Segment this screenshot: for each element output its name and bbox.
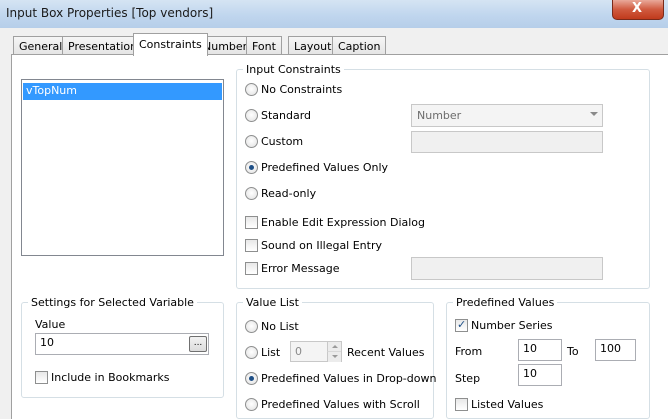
error-message-field[interactable] (411, 257, 603, 280)
radio-predefined-dropdown[interactable] (245, 372, 258, 385)
stepper-value: 0 (295, 345, 302, 358)
from-value: 10 (523, 342, 537, 355)
spin-up-icon[interactable] (327, 342, 341, 352)
radio-predefined-only[interactable] (245, 161, 258, 174)
checkbox-label: Enable Edit Expression Dialog (261, 216, 426, 229)
to-label: To (567, 345, 579, 358)
checkmark-icon: ✓ (457, 318, 467, 331)
checkbox-error-message[interactable] (245, 262, 258, 275)
checkbox-label: Error Message (261, 262, 340, 275)
group-title: Value List (243, 296, 302, 309)
recent-values-stepper[interactable]: 0 (290, 341, 342, 362)
radio-standard[interactable] (245, 109, 258, 122)
tab-label: Font (252, 40, 276, 53)
spin-down-icon[interactable] (327, 352, 341, 362)
tab-label: Caption (338, 40, 381, 53)
checkbox-label: Listed Values (471, 398, 544, 411)
tab-label: Constraints (139, 38, 202, 51)
step-value: 10 (523, 367, 537, 380)
input-constraints-group (236, 69, 650, 289)
radio-no-list[interactable] (245, 320, 258, 333)
checkbox-enable-edit-expression[interactable] (245, 216, 258, 229)
to-field[interactable]: 100 (595, 339, 636, 361)
tab-label: Number (203, 40, 248, 53)
checkbox-listed-values[interactable] (455, 398, 468, 411)
radio-label: Standard (261, 109, 312, 122)
value-text: 10 (40, 336, 54, 349)
tab-caption[interactable]: Caption (332, 36, 387, 55)
checkbox-label: Sound on Illegal Entry (261, 239, 382, 252)
value-label: Value (35, 318, 66, 331)
checkbox-number-series[interactable]: ✓ (455, 318, 468, 332)
title-bar: Input Box Properties [Top vendors] X (0, 0, 668, 28)
tab-label: Presentation (68, 40, 138, 53)
radio-label: Predefined Values with Scroll (261, 398, 420, 411)
step-label: Step (455, 372, 481, 385)
variable-list[interactable]: vTopNum (21, 79, 224, 256)
to-value: 100 (600, 342, 621, 355)
radio-label: No Constraints (261, 83, 343, 96)
radio-label: Predefined Values Only (261, 161, 389, 174)
group-title: Predefined Values (453, 296, 558, 309)
ellipsis-icon: ... (193, 338, 203, 348)
step-field[interactable]: 10 (518, 364, 562, 386)
checkbox-label: Number Series (471, 319, 553, 332)
group-title: Settings for Selected Variable (28, 296, 197, 309)
checkbox-include-bookmarks[interactable] (35, 371, 48, 384)
checkbox-sound-on-illegal[interactable] (245, 239, 258, 252)
standard-dropdown[interactable]: Number (411, 104, 603, 127)
tab-presentation[interactable]: Presentation (62, 36, 144, 55)
group-title: Input Constraints (243, 63, 344, 76)
from-label: From (455, 345, 483, 358)
radio-label: Read-only (261, 187, 317, 200)
radio-label: Custom (261, 135, 304, 148)
radio-predefined-scroll[interactable] (245, 398, 258, 411)
tab-font[interactable]: Font (246, 36, 282, 55)
checkbox-label: Include in Bookmarks (51, 371, 170, 384)
radio-no-constraints[interactable] (245, 83, 258, 96)
tab-constraints[interactable]: Constraints (133, 33, 208, 56)
chevron-down-icon (590, 112, 598, 116)
radio-label: Predefined Values in Drop-down (261, 372, 437, 385)
from-field[interactable]: 10 (518, 339, 562, 361)
window-title: Input Box Properties [Top vendors] (6, 6, 214, 20)
list-item[interactable]: vTopNum (23, 83, 222, 100)
close-button[interactable]: X (612, 0, 664, 20)
tab-general[interactable]: General (13, 36, 69, 55)
close-icon: X (632, 1, 643, 16)
tab-label: General (19, 40, 63, 53)
radio-read-only[interactable] (245, 187, 258, 200)
radio-list[interactable] (245, 346, 258, 359)
radio-custom[interactable] (245, 135, 258, 148)
browse-button[interactable]: ... (189, 336, 207, 352)
tab-label: Layout (294, 40, 332, 53)
recent-values-label: Recent Values (347, 346, 425, 359)
value-field[interactable]: 10 (35, 333, 209, 355)
custom-expression-field[interactable] (411, 131, 603, 153)
radio-label: No List (261, 320, 299, 333)
dropdown-value: Number (417, 109, 462, 122)
tab-layout[interactable]: Layout (288, 36, 338, 55)
radio-label: List (261, 346, 281, 359)
